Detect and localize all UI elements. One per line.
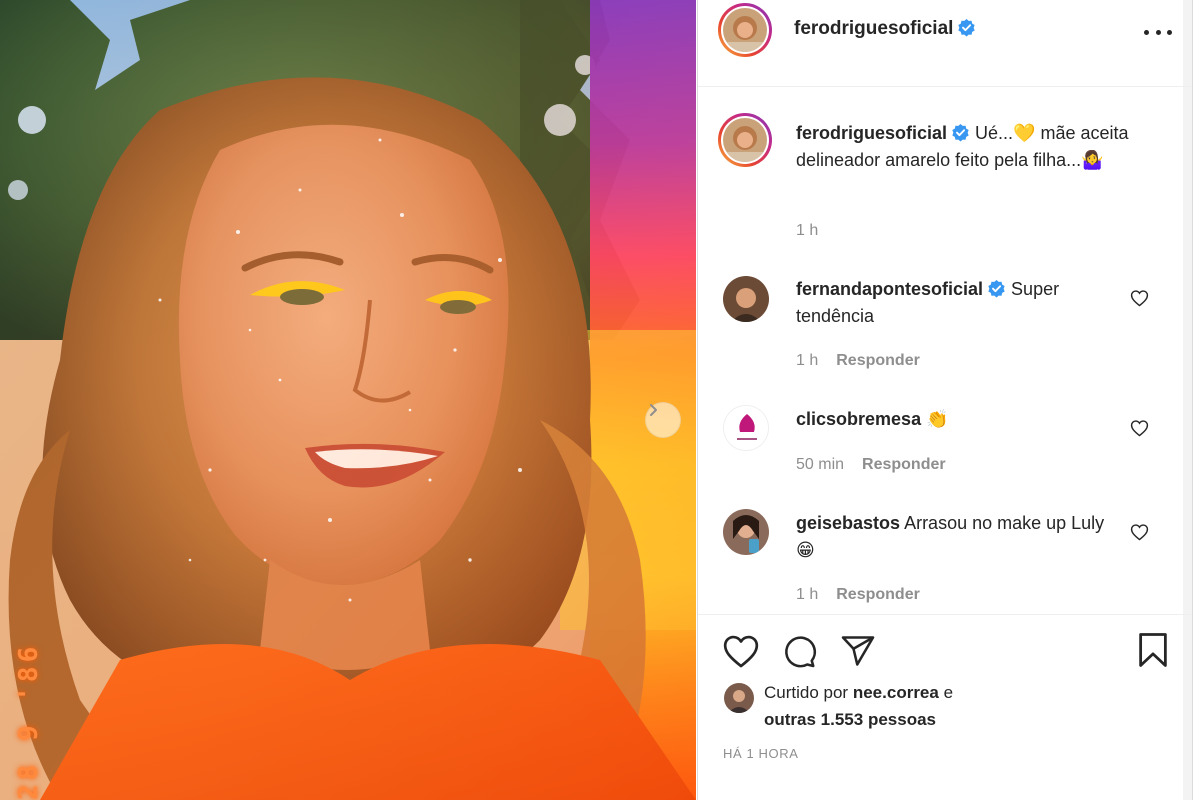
comment-text: 👏 [926, 409, 949, 429]
author-name-row: ferodriguesoficial [794, 18, 976, 40]
likes-others[interactable]: outras 1.553 pessoas [764, 710, 936, 729]
comment-avatar-image [723, 509, 769, 555]
liker-avatar[interactable] [724, 683, 754, 713]
comment-username[interactable]: geisebastos [796, 513, 900, 533]
comment-like-icon[interactable] [1130, 419, 1149, 437]
comment-avatar[interactable] [723, 405, 769, 451]
verified-badge-icon [958, 18, 976, 37]
reply-button[interactable]: Responder [836, 352, 920, 369]
likes-summary: Curtido por nee.correa e outras 1.553 pe… [764, 679, 953, 733]
post-time-ago[interactable]: HÁ 1 HORA [723, 746, 798, 761]
comment-time[interactable]: 1 h [796, 586, 818, 603]
comment-meta: 1 h Responder [796, 586, 920, 604]
post-header: ferodriguesoficial [698, 0, 1192, 87]
caption-time[interactable]: 1 h [796, 222, 818, 240]
comment-like-icon[interactable] [1130, 289, 1149, 307]
comment-meta: 1 h Responder [796, 352, 920, 370]
more-options-icon [1144, 29, 1149, 35]
comment-body: clicsobremesa 👏 [796, 406, 1126, 433]
author-avatar[interactable] [718, 3, 772, 57]
verified-badge-icon [952, 123, 969, 142]
comment-avatar-image [723, 276, 769, 322]
photo-date-stamp: 28 9 '86 [14, 642, 44, 800]
comment-like-icon[interactable] [1130, 523, 1149, 541]
comment-avatar[interactable] [723, 509, 769, 555]
comment-body: fernandapontesoficial Super tendência [796, 276, 1126, 330]
next-photo-button[interactable] [645, 402, 681, 438]
liker-username[interactable]: nee.correa [853, 683, 939, 702]
verified-badge-icon [988, 279, 1005, 298]
reply-button[interactable]: Responder [862, 456, 946, 473]
author-username[interactable]: ferodriguesoficial [794, 18, 953, 39]
comment-time[interactable]: 1 h [796, 352, 818, 369]
comment-icon[interactable] [781, 633, 817, 669]
more-options-button[interactable] [1144, 22, 1172, 42]
post-photo-image [0, 0, 696, 800]
bookmark-icon[interactable] [1136, 631, 1170, 669]
post-actions: Curtido por nee.correa e outras 1.553 pe… [698, 614, 1192, 801]
caption-username[interactable]: ferodriguesoficial [796, 123, 947, 143]
comment-avatar[interactable] [723, 276, 769, 322]
heart-icon[interactable] [722, 633, 760, 669]
post-caption: ferodriguesoficial Ué...💛 mãe aceita del… [796, 120, 1136, 174]
comment-body: geisebastos Arrasou no make up Luly 😁 [796, 510, 1126, 564]
comment-avatar-image [724, 406, 768, 450]
caption-author-avatar[interactable] [718, 113, 772, 167]
share-icon[interactable] [839, 633, 877, 669]
comment-time[interactable]: 50 min [796, 456, 844, 473]
caption-avatar-image [723, 118, 767, 162]
comment-username[interactable]: clicsobremesa [796, 409, 921, 429]
likes-middle: e [943, 683, 954, 702]
liker-avatar-image [724, 683, 754, 713]
reply-button[interactable]: Responder [836, 586, 920, 603]
comment-username[interactable]: fernandapontesoficial [796, 279, 983, 299]
author-avatar-image [723, 8, 767, 52]
comment-meta: 50 min Responder [796, 456, 946, 474]
post-detail-panel: ferodriguesoficial ferodriguesoficial Ué… [697, 0, 1193, 800]
chevron-right-icon [650, 404, 657, 416]
post-photo[interactable]: 28 9 '86 [0, 0, 696, 800]
likes-prefix: Curtido por [764, 683, 849, 702]
